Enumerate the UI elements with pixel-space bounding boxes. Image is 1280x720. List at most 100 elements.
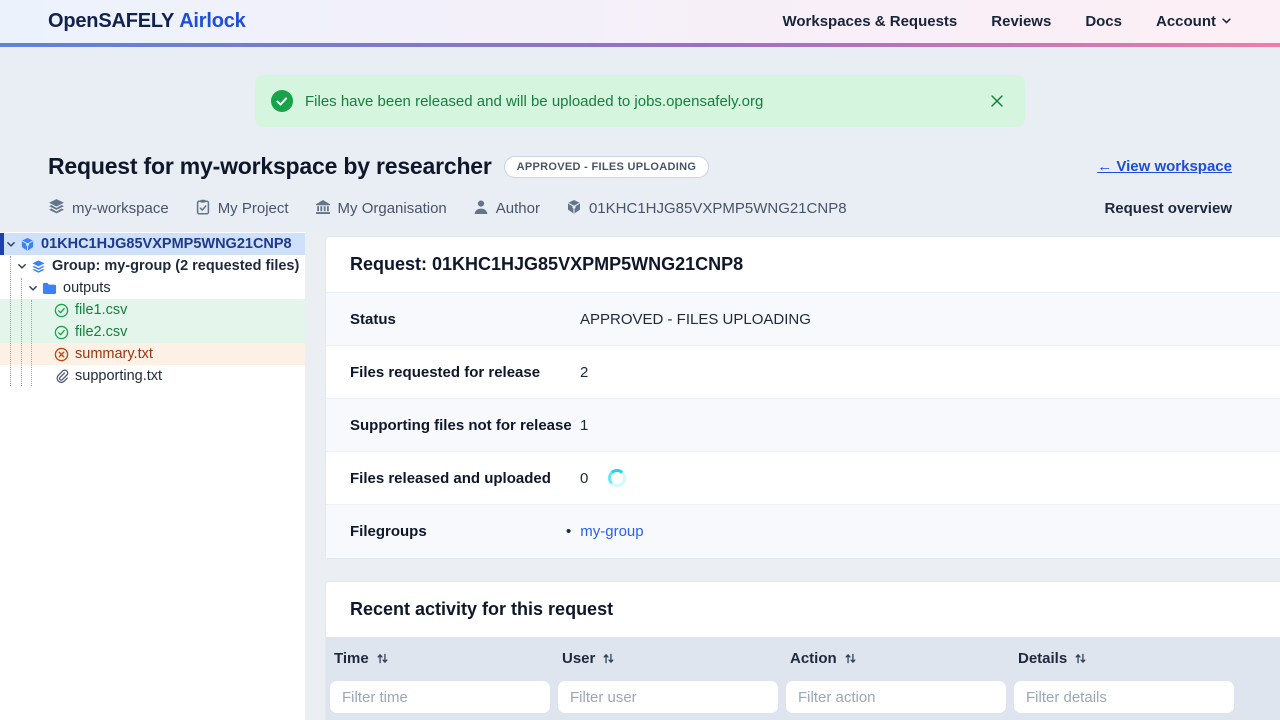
tree-item-outputs-folder[interactable]: outputs (0, 277, 305, 299)
tree-item-label: 01KHC1HJG85VXPMP5WNG21CNP8 (41, 236, 292, 252)
brand-logo[interactable]: OpenSAFELY Airlock (48, 10, 246, 33)
nav-item-label: Reviews (991, 13, 1052, 30)
detail-value: 2 (580, 363, 589, 381)
nav-item-reviews[interactable]: Reviews (991, 13, 1051, 30)
nav-item-label: Docs (1085, 13, 1122, 30)
detail-row-files-requested: Files requested for release 2 (326, 346, 1280, 399)
cube-icon (566, 199, 582, 219)
tree-item-label: file2.csv (75, 324, 128, 340)
file-tree: 01KHC1HJG85VXPMP5WNG21CNP8 Group: my-gro… (0, 232, 305, 720)
cube-icon (20, 237, 35, 252)
clipboard-icon (195, 199, 211, 219)
meta-author: Author (473, 199, 540, 219)
bank-icon (315, 199, 331, 219)
meta-organisation: My Organisation (315, 199, 447, 219)
detail-label: Supporting files not for release (350, 416, 572, 434)
filter-time-input[interactable] (329, 680, 551, 714)
nav-item-docs[interactable]: Docs (1085, 13, 1122, 30)
check-circle-icon (54, 303, 69, 318)
detail-row-files-released: Files released and uploaded 0 (326, 452, 1280, 505)
nav-links: Workspaces & Requests Reviews Docs Accou… (782, 13, 1232, 30)
chevron-down-icon[interactable] (28, 283, 38, 293)
chevron-down-icon (1221, 13, 1232, 30)
nav-item-label: Workspaces & Requests (782, 13, 958, 30)
column-label: Details (1018, 650, 1068, 667)
tree-item-label: summary.txt (75, 346, 153, 362)
meta-label: my-workspace (72, 200, 169, 217)
meta-request-id: 01KHC1HJG85VXPMP5WNG21CNP8 (566, 199, 847, 219)
meta-label: 01KHC1HJG85VXPMP5WNG21CNP8 (588, 200, 847, 217)
request-header: Files have been released and will be upl… (0, 47, 1280, 232)
recent-activity-card: Recent activity for this request Time Us… (325, 581, 1280, 720)
detail-value: 0 (580, 469, 589, 487)
check-circle-icon (54, 325, 69, 340)
tree-item-label: outputs (63, 280, 111, 296)
tree-item-file1[interactable]: file1.csv (0, 299, 305, 321)
person-icon (473, 199, 489, 219)
column-header-time: Time (326, 637, 554, 680)
filter-action-input[interactable] (785, 680, 1007, 714)
layers-icon (48, 198, 65, 219)
detail-value: 1 (580, 416, 589, 434)
filter-user-input[interactable] (557, 680, 779, 714)
tree-item-supporting[interactable]: supporting.txt (0, 365, 305, 387)
meta-workspace: my-workspace (48, 198, 169, 219)
meta-label: My Organisation (337, 200, 447, 217)
page-title: Request for my-workspace by researcher (48, 153, 492, 179)
x-circle-icon (54, 347, 69, 362)
request-details-title: Request: 01KHC1HJG85VXPMP5WNG21CNP8 (326, 237, 1280, 293)
tree-item-group[interactable]: Group: my-group (2 requested files) (0, 255, 305, 277)
nav-item-account[interactable]: Account (1156, 13, 1232, 30)
chevron-down-icon[interactable] (17, 261, 27, 271)
activity-table-header: Time User Action Details (326, 637, 1280, 680)
brand-airlock: Airlock (179, 10, 246, 32)
request-overview-label: Request overview (1104, 200, 1232, 217)
detail-label: Filegroups (350, 523, 427, 540)
tree-item-label: file1.csv (75, 302, 128, 318)
detail-label: Files released and uploaded (350, 469, 551, 487)
detail-row-filegroups: Filegroups • my-group (326, 505, 1280, 558)
nav-item-workspaces[interactable]: Workspaces & Requests (782, 13, 957, 30)
status-badge: APPROVED - FILES UPLOADING (503, 155, 710, 178)
detail-row-status: Status APPROVED - FILES UPLOADING (326, 293, 1280, 346)
tree-item-summary[interactable]: summary.txt (0, 343, 305, 365)
column-header-user: User (554, 637, 782, 680)
column-label: User (562, 650, 596, 667)
column-header-details: Details (1010, 637, 1238, 680)
nav-item-label: Account (1156, 13, 1216, 30)
folder-icon (42, 281, 57, 296)
column-header-action: Action (782, 637, 1010, 680)
tree-item-file2[interactable]: file2.csv (0, 321, 305, 343)
tree-guide (31, 300, 32, 386)
activity-filter-row (326, 680, 1280, 720)
detail-value: APPROVED - FILES UPLOADING (580, 310, 811, 328)
close-icon[interactable] (985, 89, 1009, 113)
tree-guide (21, 278, 22, 386)
sort-icon[interactable] (1074, 652, 1087, 665)
view-workspace-link[interactable]: ← View workspace (1097, 158, 1232, 175)
tree-item-request-root[interactable]: 01KHC1HJG85VXPMP5WNG21CNP8 (0, 233, 305, 255)
success-alert: Files have been released and will be upl… (255, 75, 1025, 127)
chevron-down-icon[interactable] (6, 239, 16, 249)
request-details-card: Request: 01KHC1HJG85VXPMP5WNG21CNP8 Stat… (325, 236, 1280, 559)
column-label: Time (334, 650, 369, 667)
column-label: Action (790, 650, 837, 667)
tree-guide (10, 256, 11, 386)
detail-label: Files requested for release (350, 363, 541, 381)
tree-item-label: Group: my-group (2 requested files) (52, 258, 300, 274)
sort-icon[interactable] (844, 652, 857, 665)
detail-row-supporting-files: Supporting files not for release 1 (326, 399, 1280, 452)
upload-spinner-icon (608, 469, 627, 487)
success-check-icon (271, 90, 293, 112)
meta-label: My Project (217, 200, 289, 217)
main-panel: Request: 01KHC1HJG85VXPMP5WNG21CNP8 Stat… (305, 232, 1280, 720)
sort-icon[interactable] (602, 652, 615, 665)
filegroup-link[interactable]: my-group (580, 523, 643, 540)
list-bullet: • (566, 523, 572, 540)
filter-details-input[interactable] (1013, 680, 1235, 714)
brand-gradient-bar (0, 43, 1280, 47)
meta-label: Author (495, 200, 540, 217)
layers-icon (31, 259, 46, 274)
recent-activity-title: Recent activity for this request (350, 599, 614, 619)
sort-icon[interactable] (376, 652, 389, 665)
